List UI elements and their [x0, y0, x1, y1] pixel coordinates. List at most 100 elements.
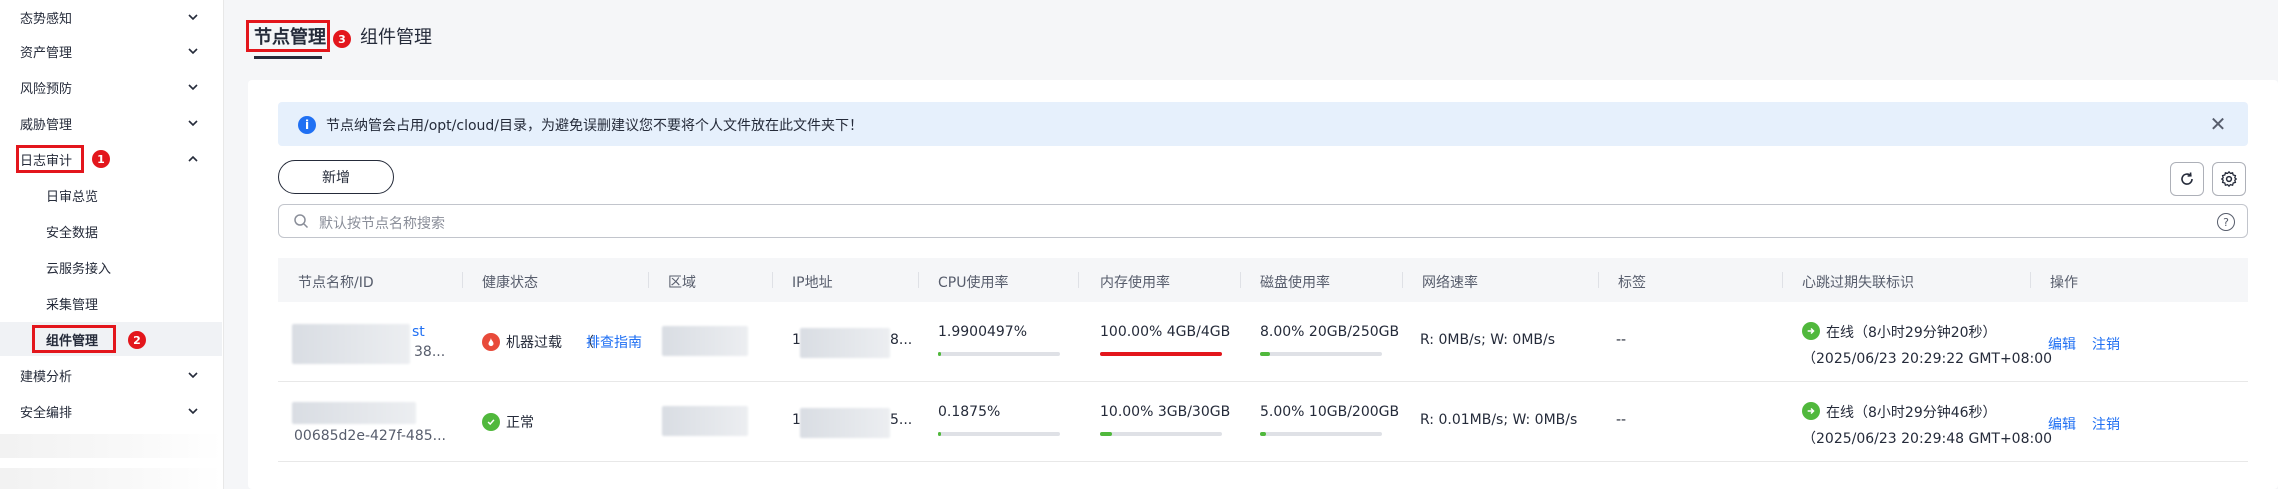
chevron-up-icon	[186, 152, 200, 166]
refresh-button[interactable]	[2170, 162, 2204, 196]
column-header-tags: 标签	[1618, 275, 1646, 291]
redacted-node-name	[292, 324, 410, 364]
memory-usage-bar	[1100, 352, 1222, 356]
sidebar-subitem-overview[interactable]: 日审总览	[0, 178, 222, 212]
edit-link[interactable]: 编辑	[2048, 334, 2076, 354]
sidebar-item-label: 资产管理	[20, 45, 73, 61]
memory-bar-fill	[1100, 432, 1113, 436]
gear-icon	[2220, 170, 2238, 188]
help-icon[interactable]: ?	[2217, 213, 2235, 231]
sidebar-item-label: 态势感知	[20, 11, 73, 27]
tags-value: --	[1616, 332, 1627, 348]
table-header: 节点名称/ID 健康状态 区域 IP地址 CPU使用率 内存使用率 磁盘使用率 …	[278, 258, 2248, 302]
cpu-usage-bar	[938, 352, 1060, 356]
chevron-down-icon	[186, 44, 200, 58]
chevron-down-icon	[186, 404, 200, 418]
column-header-heartbeat: 心跳过期失联标识	[1802, 275, 1914, 291]
healthy-check-icon	[482, 413, 500, 431]
sidebar-item-situation[interactable]: 态势感知	[0, 0, 222, 34]
redacted-ip	[800, 408, 890, 438]
column-divider	[1402, 272, 1403, 288]
faded-menu-item	[0, 468, 222, 489]
step-badge-2: 2	[128, 331, 146, 349]
network-rate: R: 0.01MB/s; W: 0MB/s	[1420, 412, 1578, 428]
sidebar-item-label: 风险预防	[20, 81, 73, 97]
column-header-health: 健康状态	[482, 275, 538, 291]
close-icon[interactable]: ✕	[2208, 114, 2228, 134]
health-status-text: 机器过载	[506, 335, 562, 351]
chevron-down-icon	[186, 116, 200, 130]
sidebar: 态势感知 资产管理 风险预防 威胁管理 日志审计 1 日审总览 安全数据 云服务…	[0, 0, 224, 489]
troubleshoot-guide-link[interactable]: 排查指南	[586, 332, 642, 352]
column-divider	[1240, 272, 1241, 288]
column-header-name: 节点名称/ID	[298, 275, 374, 291]
heartbeat-status: 在线（8小时29分钟20秒）	[1826, 325, 1997, 341]
info-icon: i	[298, 116, 316, 134]
column-divider	[1782, 272, 1783, 288]
cpu-usage: 0.1875%	[938, 404, 1001, 420]
chevron-down-icon	[186, 368, 200, 382]
tab-component-management[interactable]: 组件管理	[360, 18, 432, 54]
edit-link[interactable]: 编辑	[2048, 414, 2076, 434]
sidebar-subitem-label: 云服务接入	[46, 261, 112, 277]
heartbeat-status: 在线（8小时29分钟46秒）	[1826, 405, 1997, 421]
highlight-box-components	[32, 325, 116, 353]
redacted-region	[662, 406, 748, 436]
redacted-ip	[800, 328, 890, 358]
add-button[interactable]: 新增	[278, 160, 394, 194]
column-divider	[1598, 272, 1599, 288]
cpu-usage: 1.9900497%	[938, 324, 1028, 340]
sidebar-item-label: 建模分析	[20, 369, 73, 385]
column-header-cpu: CPU使用率	[938, 275, 1009, 291]
redacted-region	[662, 326, 748, 356]
column-header-region: 区域	[668, 275, 696, 291]
node-id: 38...	[414, 344, 446, 360]
disk-usage: 5.00% 10GB/200GB	[1260, 404, 1400, 420]
deregister-link[interactable]: 注销	[2092, 414, 2120, 434]
overload-status-icon	[482, 333, 500, 351]
ip-address-tail: 8...	[890, 332, 913, 348]
sidebar-item-label: 威胁管理	[20, 117, 73, 133]
sidebar-item-assets[interactable]: 资产管理	[0, 34, 222, 68]
online-arrow-icon	[1802, 322, 1820, 340]
memory-usage: 10.00% 3GB/30GB	[1100, 404, 1231, 420]
memory-bar-fill	[1100, 352, 1222, 356]
table-row: st 38... 机器过载 （ 排查指南 1 8... 1.9900497% 1…	[278, 302, 2248, 382]
cpu-bar-fill	[938, 432, 942, 436]
active-tab-underline	[254, 56, 322, 59]
sidebar-subitem-label: 安全数据	[46, 225, 99, 241]
deregister-link[interactable]: 注销	[2092, 334, 2120, 354]
ip-address-tail: 5...	[890, 412, 913, 428]
column-header-actions: 操作	[2050, 275, 2078, 291]
sidebar-subitem-cloud-access[interactable]: 云服务接入	[0, 250, 222, 284]
sidebar-subitem-security-data[interactable]: 安全数据	[0, 214, 222, 248]
highlight-box-log-audit	[16, 145, 84, 173]
sidebar-subitem-collection[interactable]: 采集管理	[0, 286, 222, 320]
column-header-disk: 磁盘使用率	[1260, 275, 1330, 291]
node-name-link[interactable]: st	[412, 324, 425, 340]
disk-bar-fill	[1260, 352, 1270, 356]
column-divider	[1078, 272, 1079, 288]
tags-value: --	[1616, 412, 1627, 428]
cpu-bar-fill	[938, 352, 942, 356]
disk-usage-bar	[1260, 352, 1382, 356]
settings-button[interactable]	[2212, 162, 2246, 196]
redacted-node-name	[292, 402, 416, 424]
tab-label: 组件管理	[360, 27, 432, 48]
column-divider	[772, 272, 773, 288]
sidebar-item-threat[interactable]: 威胁管理	[0, 106, 222, 140]
memory-usage: 100.00% 4GB/4GB	[1100, 324, 1231, 340]
health-status-text: 正常	[506, 415, 534, 431]
online-arrow-icon	[1802, 402, 1820, 420]
sidebar-item-risk[interactable]: 风险预防	[0, 70, 222, 104]
search-input[interactable]: 默认按节点名称搜索 ?	[278, 204, 2248, 238]
sidebar-item-orchestration[interactable]: 安全编排	[0, 394, 222, 428]
sidebar-item-label: 安全编排	[20, 405, 73, 421]
sidebar-item-modeling[interactable]: 建模分析	[0, 358, 222, 392]
sidebar-subitem-label: 采集管理	[46, 297, 99, 313]
disk-bar-fill	[1260, 432, 1267, 436]
disk-usage: 8.00% 20GB/250GB	[1260, 324, 1400, 340]
column-header-ip: IP地址	[792, 275, 833, 291]
step-badge-1: 1	[92, 150, 110, 168]
disk-usage-bar	[1260, 432, 1382, 436]
